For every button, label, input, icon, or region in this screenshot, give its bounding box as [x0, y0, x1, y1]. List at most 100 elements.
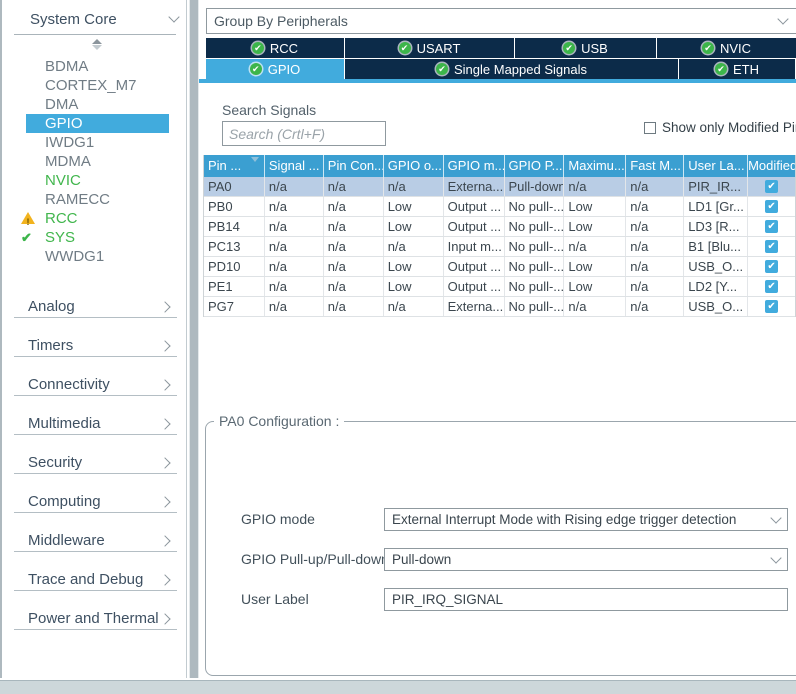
scroll-up-icon [92, 39, 102, 44]
modified-checkbox[interactable]: ✔ [765, 180, 778, 193]
check-icon: ✔ [21, 230, 37, 245]
sidebar-category-computing[interactable]: Computing [14, 491, 177, 513]
check-badge-icon: ✔ [250, 63, 262, 75]
chevron-down-icon [168, 11, 179, 22]
group-by-select[interactable]: Group By Peripherals [206, 8, 796, 34]
sidebar-item-iwdg1[interactable]: IWDG1 [26, 133, 169, 152]
sys-label: SYS [45, 229, 75, 246]
sidebar-item-nvic[interactable]: NVIC [26, 171, 169, 190]
check-badge-icon: ✔ [715, 63, 727, 75]
list-scroll-icon[interactable] [90, 38, 104, 54]
sidebar-category-middleware[interactable]: Middleware [14, 530, 177, 552]
column-header-gpio-output[interactable]: GPIO o... [384, 155, 444, 177]
chevron-right-icon [159, 496, 170, 507]
search-input[interactable] [222, 121, 386, 146]
tab-rcc[interactable]: ✔ RCC [206, 38, 344, 58]
sidebar-item-ramecc[interactable]: RAMECC [26, 190, 169, 209]
check-badge-icon: ✔ [563, 42, 575, 54]
table-row-pa0[interactable]: PA0 n/a n/a n/a Externa... Pull-down n/a… [204, 177, 795, 197]
peripheral-tabs: ✔ RCC ✔ USART ✔ USB ✔ NVIC ✔ GPIO ✔ [206, 38, 796, 80]
chevron-down-icon [777, 13, 788, 24]
check-badge-icon: ✔ [252, 42, 264, 54]
sidebar-item-sys[interactable]: ✔SYS [26, 228, 169, 247]
system-core-label: System Core [30, 11, 117, 28]
check-badge-icon: ✔ [702, 42, 714, 54]
column-header-signal[interactable]: Signal ... [265, 155, 324, 177]
tab-single-mapped-signals[interactable]: ✔ Single Mapped Signals [345, 59, 678, 79]
sidebar-category-trace-and-debug[interactable]: Trace and Debug [14, 569, 177, 591]
group-by-value: Group By Peripherals [214, 13, 348, 29]
sidebar-item-cortex-m7[interactable]: CORTEX_M7 [26, 76, 169, 95]
column-header-user-label[interactable]: User La... [684, 155, 748, 177]
show-only-modified-pins-toggle[interactable]: Show only Modified Pins [644, 120, 796, 135]
sidebar-section-system-core[interactable]: System Core [30, 8, 178, 30]
pins-table: Pin ... Signal ... Pin Con... GPIO o... … [203, 155, 796, 317]
tab-eth[interactable]: ✔ ETH [679, 59, 795, 79]
peripherals-sidebar: System Core BDMA CORTEX_M7 DMA GPIO IWDG… [0, 0, 187, 678]
sidebar-category-connectivity[interactable]: Connectivity [14, 374, 177, 396]
modified-checkbox[interactable]: ✔ [765, 300, 778, 313]
tab-usart[interactable]: ✔ USART [345, 38, 514, 58]
table-row-pb0[interactable]: PB0 n/a n/a Low Output ... No pull-... L… [204, 197, 795, 217]
table-row-pe1[interactable]: PE1 n/a n/a Low Output ... No pull-... L… [204, 277, 795, 297]
sidebar-category-analog[interactable]: Analog [14, 296, 177, 318]
column-header-gpio-pull[interactable]: GPIO P... [505, 155, 565, 177]
tab-row-1: ✔ RCC ✔ USART ✔ USB ✔ NVIC [206, 38, 796, 58]
chevron-right-icon [159, 379, 170, 390]
panel-splitter[interactable] [189, 0, 199, 678]
sidebar-item-dma[interactable]: DMA [26, 95, 169, 114]
sidebar-item-rcc[interactable]: ! RCC [26, 209, 169, 228]
peripheral-list: BDMA CORTEX_M7 DMA GPIO IWDG1 MDMA NVIC … [26, 57, 169, 266]
modified-checkbox[interactable]: ✔ [765, 240, 778, 253]
column-header-maximum-speed[interactable]: Maximu... [564, 155, 626, 177]
chevron-down-icon [770, 512, 781, 523]
window-bottom-band [0, 680, 796, 694]
check-badge-icon: ✔ [436, 63, 448, 75]
modified-checkbox[interactable]: ✔ [765, 200, 778, 213]
chevron-right-icon [159, 418, 170, 429]
tab-row-2: ✔ GPIO ✔ Single Mapped Signals ✔ ETH [206, 59, 796, 79]
warning-icon: ! [21, 211, 37, 226]
gpio-pull-label: GPIO Pull-up/Pull-down [241, 551, 389, 567]
chevron-right-icon [159, 535, 170, 546]
pinout-configuration-screen: System Core BDMA CORTEX_M7 DMA GPIO IWDG… [0, 0, 796, 694]
show-only-modified-checkbox[interactable] [644, 122, 656, 134]
sidebar-category-timers[interactable]: Timers [14, 335, 177, 357]
column-header-pin[interactable]: Pin ... [204, 155, 265, 177]
column-header-pin-context[interactable]: Pin Con... [324, 155, 384, 177]
column-header-fast-mode[interactable]: Fast M... [626, 155, 684, 177]
sidebar-item-mdma[interactable]: MDMA [26, 152, 169, 171]
pa0-configuration-panel: PA0 Configuration : GPIO mode External I… [205, 413, 796, 676]
gpio-mode-select[interactable]: External Interrupt Mode with Rising edge… [384, 508, 788, 531]
sidebar-category-power-and-thermal[interactable]: Power and Thermal [14, 608, 177, 630]
table-row-pg7[interactable]: PG7 n/a n/a n/a Externa... No pull-... n… [204, 297, 795, 317]
check-badge-icon: ✔ [399, 42, 411, 54]
column-header-modified[interactable]: Modified [748, 155, 795, 177]
search-signals-label: Search Signals [222, 102, 316, 118]
table-row-pb14[interactable]: PB14 n/a n/a Low Output ... No pull-... … [204, 217, 795, 237]
sort-icon [243, 159, 259, 177]
column-header-gpio-mode[interactable]: GPIO m... [444, 155, 505, 177]
user-label-input[interactable]: PIR_IRQ_SIGNAL [384, 588, 788, 611]
pins-table-header: Pin ... Signal ... Pin Con... GPIO o... … [204, 155, 795, 177]
sidebar-item-gpio[interactable]: GPIO [26, 114, 169, 133]
user-label-label: User Label [241, 591, 309, 607]
gpio-pull-select[interactable]: Pull-down [384, 548, 788, 571]
tab-usb[interactable]: ✔ USB [515, 38, 656, 58]
table-row-pc13[interactable]: PC13 n/a n/a n/a Input m... No pull-... … [204, 237, 795, 257]
show-only-modified-label: Show only Modified Pins [662, 120, 796, 135]
sidebar-category-security[interactable]: Security [14, 452, 177, 474]
rcc-label: RCC [45, 210, 78, 227]
table-row-pd10[interactable]: PD10 n/a n/a Low Output ... No pull-... … [204, 257, 795, 277]
sidebar-category-multimedia[interactable]: Multimedia [14, 413, 177, 435]
tab-gpio[interactable]: ✔ GPIO [206, 59, 344, 79]
scroll-down-icon [92, 45, 102, 50]
pa0-configuration-legend: PA0 Configuration : [214, 413, 344, 429]
sidebar-item-wwdg1[interactable]: WWDG1 [26, 247, 169, 266]
sidebar-item-bdma[interactable]: BDMA [26, 57, 169, 76]
tab-nvic[interactable]: ✔ NVIC [657, 38, 796, 58]
modified-checkbox[interactable]: ✔ [765, 280, 778, 293]
modified-checkbox[interactable]: ✔ [765, 220, 778, 233]
modified-checkbox[interactable]: ✔ [765, 260, 778, 273]
chevron-right-icon [159, 301, 170, 312]
